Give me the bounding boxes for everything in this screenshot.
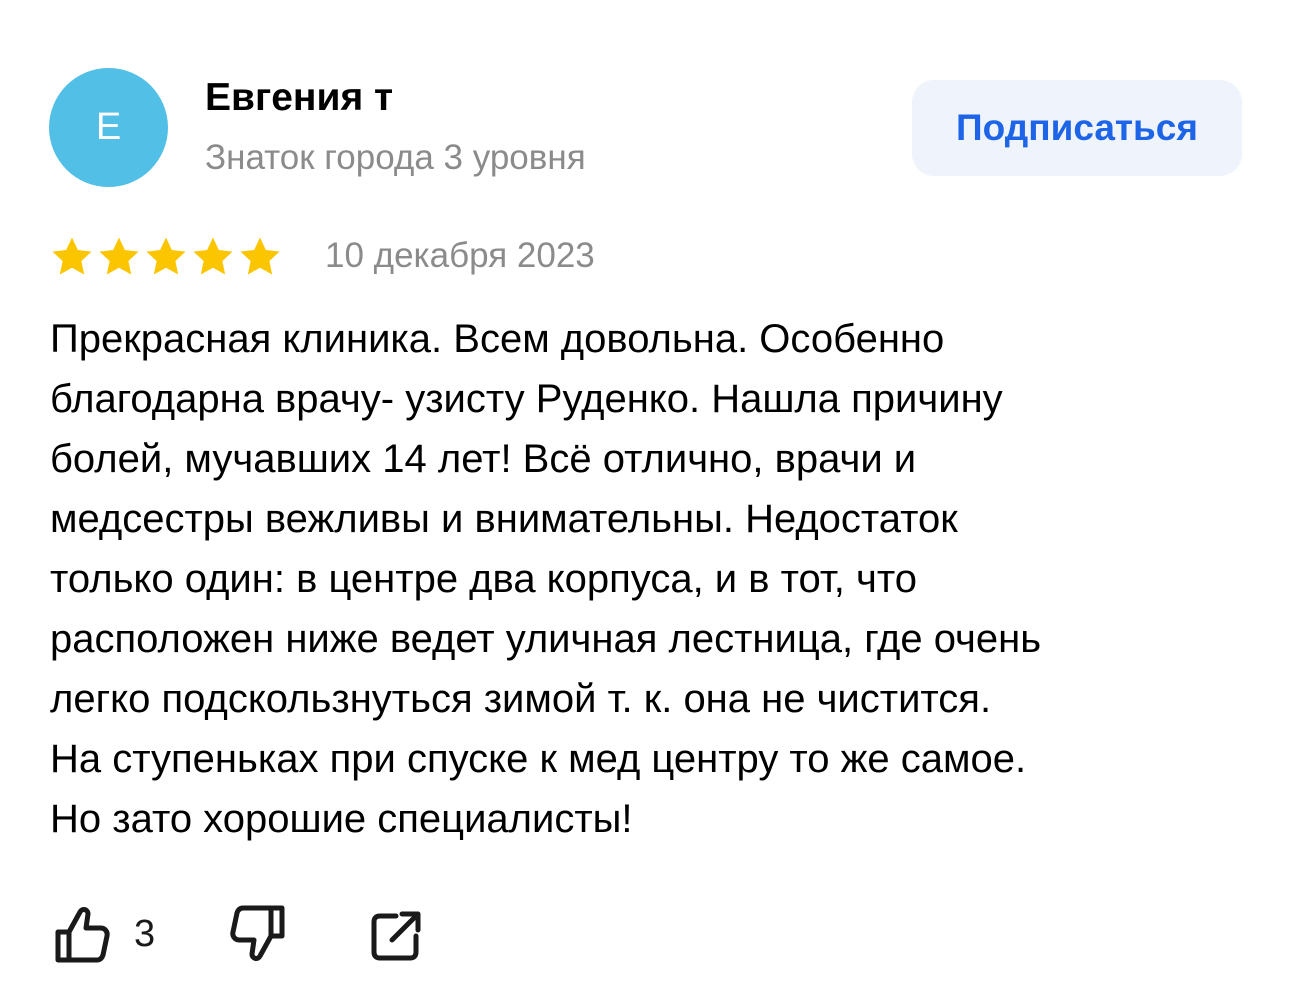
like-button[interactable]: 3 [52,898,155,970]
author-level: Знаток города 3 уровня [205,138,586,177]
star-icon [240,237,280,275]
review-line: благодарна врачу- узисту Руденко. Нашла … [50,377,1003,421]
review-line: расположен ниже ведет уличная лестница, … [50,617,1042,661]
star-icon [146,237,186,275]
share-icon [371,911,421,961]
review-text: Прекрасная клиника. Всем довольна. Особе… [50,309,1250,849]
review-line: только один: в центре два корпуса, и в т… [50,557,917,601]
star-icon [52,237,92,275]
review-line: Прекрасная клиника. Всем довольна. Особе… [50,317,945,361]
avatar-letter: E [95,106,122,148]
review-line: Но зато хорошие специалисты! [50,797,633,841]
author-name[interactable]: Евгения т [205,76,393,120]
review-line: легко подскользнуться зимой т. к. она не… [50,677,992,721]
review-line: медсестры вежливы и внимательны. Недоста… [50,497,958,541]
thumbs-up-icon [55,907,110,963]
avatar[interactable]: E [49,68,168,187]
review-line: болей, мучавших 14 лет! Всё отлично, вра… [50,437,917,481]
star-icon [193,237,233,275]
thumbs-down-icon [230,905,285,961]
review-date: 10 декабря 2023 [325,236,595,275]
rating-stars [49,234,284,280]
subscribe-button[interactable]: Подписаться [912,80,1242,176]
dislike-button[interactable] [228,898,288,970]
like-count: 3 [134,912,156,955]
star-icon [99,237,139,275]
share-button[interactable] [368,898,422,970]
review-line: На ступеньках при спуске к мед центру то… [50,737,1027,781]
